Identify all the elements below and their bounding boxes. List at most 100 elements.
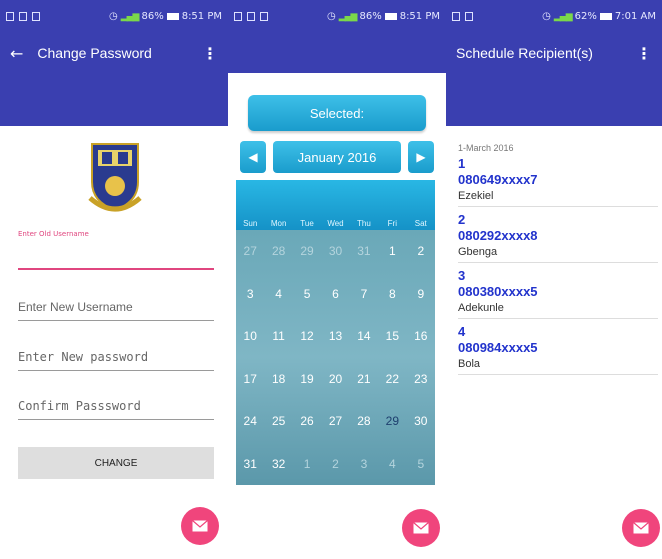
day-cell[interactable]: 28: [264, 230, 292, 273]
day-cell[interactable]: 2: [321, 443, 349, 486]
recipient-index: 3: [458, 268, 466, 283]
battery-percent: 62%: [574, 11, 597, 22]
day-cell[interactable]: 12: [293, 315, 321, 358]
new-username-field[interactable]: Enter New Username: [18, 300, 214, 321]
battery-percent: 86%: [359, 11, 382, 22]
old-username-label: Enter Old Username: [18, 230, 89, 238]
recipient-item[interactable]: 1 080649xxxx7 Ezekiel: [458, 156, 658, 207]
weekday-header: Sun Mon Tue Wed Thu Fri Sat: [236, 180, 435, 230]
recipient-phone: 080649xxxx7: [458, 172, 538, 187]
mail-icon: [413, 522, 429, 534]
notification-icon: [452, 12, 460, 21]
chevron-left-icon: ◀: [248, 150, 258, 164]
day-cell[interactable]: 29: [378, 400, 406, 443]
new-password-field[interactable]: Enter New password: [18, 350, 214, 371]
alarm-icon: ◷: [108, 11, 118, 22]
selected-date-bar[interactable]: Selected:: [248, 95, 426, 131]
day-cell[interactable]: 23: [407, 358, 435, 401]
notification-icon: [247, 12, 255, 21]
day-cell[interactable]: 1: [378, 230, 406, 273]
day-cell[interactable]: 13: [321, 315, 349, 358]
weekday-label: Fri: [387, 219, 397, 228]
day-cell[interactable]: 3: [236, 273, 264, 316]
day-cell[interactable]: 30: [321, 230, 349, 273]
day-cell[interactable]: 7: [350, 273, 378, 316]
day-cell[interactable]: 11: [264, 315, 292, 358]
old-username-input[interactable]: [18, 268, 214, 270]
recipient-phone: 080984xxxx5: [458, 340, 538, 355]
app-bar: ← Change Password ⋮: [0, 33, 228, 73]
confirm-password-field[interactable]: Confirm Passsword: [18, 399, 214, 420]
compose-fab[interactable]: [181, 507, 219, 545]
signal-icon: ▂▄▆: [120, 11, 140, 22]
recipient-item[interactable]: 4 080984xxxx5 Bola: [458, 324, 658, 375]
day-cell[interactable]: 18: [264, 358, 292, 401]
recipient-item[interactable]: 3 080380xxxx5 Adekunle: [458, 268, 658, 319]
prev-month-button[interactable]: ◀: [240, 141, 266, 173]
calendar-grid: Sun Mon Tue Wed Thu Fri Sat 27 28 29 30 31 1 2 3 4 5 6 7 8…: [236, 180, 435, 485]
change-button[interactable]: CHANGE: [18, 447, 214, 479]
battery-icon: [166, 13, 179, 20]
recipient-phone: 080292xxxx8: [458, 228, 538, 243]
day-cell[interactable]: 21: [350, 358, 378, 401]
more-vert-icon[interactable]: ⋮: [202, 44, 218, 63]
recipient-name: Bola: [458, 358, 481, 370]
day-cell[interactable]: 15: [378, 315, 406, 358]
day-cell[interactable]: 27: [236, 230, 264, 273]
day-cell[interactable]: 3: [350, 443, 378, 486]
day-cell[interactable]: 29: [293, 230, 321, 273]
day-cell[interactable]: 5: [293, 273, 321, 316]
day-cell[interactable]: 28: [350, 400, 378, 443]
day-cell[interactable]: 9: [407, 273, 435, 316]
day-cell[interactable]: 16: [407, 315, 435, 358]
day-cell[interactable]: 6: [321, 273, 349, 316]
app-bar-extension: [0, 73, 228, 126]
day-cell[interactable]: 4: [378, 443, 406, 486]
day-cell[interactable]: 10: [236, 315, 264, 358]
notification-icon: [6, 12, 14, 21]
day-cell[interactable]: 14: [350, 315, 378, 358]
next-month-button[interactable]: ▶: [408, 141, 434, 173]
day-cell[interactable]: 31: [236, 443, 264, 486]
weekday-label: Mon: [270, 219, 287, 228]
schedule-recipients-screen: ◷ ▂▄▆ 62% 7:01 AM Schedule Recipient(s) …: [446, 0, 662, 559]
notification-icon: [32, 12, 40, 21]
day-cell[interactable]: 5: [407, 443, 435, 486]
weekday-label: Tue: [300, 219, 314, 228]
more-vert-icon[interactable]: ⋮: [636, 44, 652, 63]
notification-icon: [465, 12, 473, 21]
day-cell[interactable]: 17: [236, 358, 264, 401]
day-cell[interactable]: 25: [264, 400, 292, 443]
day-cell[interactable]: 19: [293, 358, 321, 401]
battery-percent: 86%: [141, 11, 164, 22]
compose-fab[interactable]: [622, 509, 660, 547]
recipient-phone: 080380xxxx5: [458, 284, 538, 299]
battery-icon: [599, 13, 612, 20]
status-bar: ◷ ▂▄▆ 86% 8:51 PM: [228, 0, 446, 33]
day-cell[interactable]: 20: [321, 358, 349, 401]
day-cell[interactable]: 31: [350, 230, 378, 273]
compose-fab[interactable]: [402, 509, 440, 547]
day-cell[interactable]: 32: [264, 443, 292, 486]
recipient-item[interactable]: 2 080292xxxx8 Gbenga: [458, 212, 658, 263]
arrow-back-icon[interactable]: ←: [10, 44, 23, 63]
day-cell[interactable]: 26: [293, 400, 321, 443]
day-cell[interactable]: 1: [293, 443, 321, 486]
new-password-placeholder: Enter New password: [18, 350, 149, 364]
weekday-label: Wed: [327, 219, 344, 228]
day-cell[interactable]: 24: [236, 400, 264, 443]
day-cell[interactable]: 2: [407, 230, 435, 273]
day-cell[interactable]: 4: [264, 273, 292, 316]
day-cell[interactable]: 27: [321, 400, 349, 443]
day-cell[interactable]: 8: [378, 273, 406, 316]
alarm-icon: ◷: [326, 11, 336, 22]
status-time: 8:51 PM: [181, 11, 222, 22]
battery-icon: [384, 13, 397, 20]
status-bar: ◷ ▂▄▆ 86% 8:51 PM: [0, 0, 228, 33]
weekday-label: Thu: [357, 219, 371, 228]
day-cell[interactable]: 30: [407, 400, 435, 443]
recipient-name: Ezekiel: [458, 190, 494, 202]
day-cell[interactable]: 22: [378, 358, 406, 401]
recipient-list: 1-March 2016 1 080649xxxx7 Ezekiel 2 080292x…: [458, 143, 658, 380]
new-username-placeholder: Enter New Username: [18, 300, 133, 314]
